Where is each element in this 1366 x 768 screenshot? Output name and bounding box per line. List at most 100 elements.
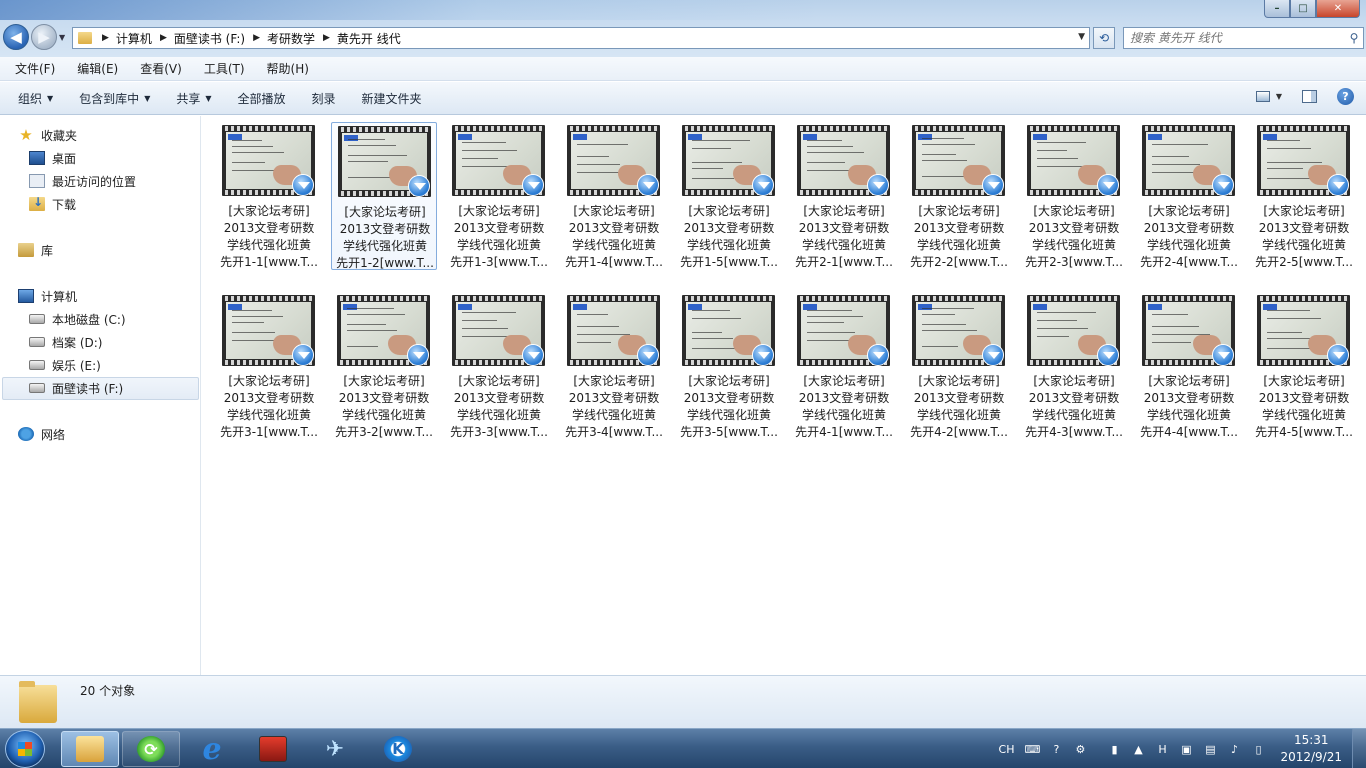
taskbar-explorer[interactable] [61, 731, 119, 767]
burn-button[interactable]: 刻录 [304, 90, 344, 107]
file-tile[interactable]: [大家论坛考研] 2013文登考研数 学线代强化班黄 先开3-4[www.T... [561, 292, 667, 440]
breadcrumb-separator[interactable]: ▶ [323, 33, 330, 43]
breadcrumb-computer[interactable]: 计算机 [116, 30, 152, 47]
taskbar-internet-explorer[interactable]: e [183, 731, 241, 767]
new-folder-button[interactable]: 新建文件夹 [354, 90, 430, 107]
close-button[interactable]: ✕ [1316, 0, 1360, 18]
nav-drive-e[interactable]: 娱乐 (E:) [29, 355, 101, 375]
view-options-dropdown[interactable]: ▼ [1276, 92, 1282, 101]
nav-item-desktop[interactable]: 桌面 [29, 148, 76, 168]
breadcrumb-kaoyan-math[interactable]: 考研数学 [267, 30, 315, 47]
file-tile[interactable]: [大家论坛考研] 2013文登考研数 学线代强化班黄 先开3-5[www.T... [676, 292, 782, 440]
keyboard-icon[interactable]: ⌨ [1024, 741, 1041, 757]
network-status-icon[interactable]: ▤ [1202, 741, 1218, 757]
breadcrumb-current-folder[interactable]: 黄先开 线代 [337, 30, 401, 47]
search-input[interactable] [1124, 31, 1345, 45]
nav-drive-f[interactable]: 面壁读书 (F:) [29, 378, 123, 398]
preview-pane-icon[interactable] [1302, 90, 1317, 103]
taskbar-bird-app[interactable]: ✈ [306, 731, 364, 767]
file-name-line: 学线代强化班黄 [1146, 408, 1231, 422]
tray-app-icon[interactable]: ▲ [1130, 741, 1146, 757]
file-tile[interactable]: [大家论坛考研] 2013文登考研数 学线代强化班黄 先开2-4[www.T... [1136, 122, 1242, 270]
file-tile[interactable]: [大家论坛考研] 2013文登考研数 学线代强化班黄 先开2-5[www.T... [1251, 122, 1357, 270]
address-bar[interactable]: ▶ 计算机 ▶ 面壁读书 (F:) ▶ 考研数学 ▶ 黄先开 线代 ▼ [72, 27, 1090, 49]
file-name-line: 学线代强化班黄 [226, 408, 311, 422]
menu-file[interactable]: 文件(F) [11, 60, 59, 77]
menu-edit[interactable]: 编辑(E) [73, 60, 122, 77]
file-name-line: [大家论坛考研] [573, 374, 655, 388]
breadcrumb-separator[interactable]: ▶ [160, 33, 167, 43]
battery-icon[interactable]: ▮ [1106, 741, 1122, 757]
taskbar-sync-app[interactable]: ⟳ [122, 731, 180, 767]
file-tile[interactable]: [大家论坛考研] 2013文登考研数 学线代强化班黄 先开4-3[www.T... [1021, 292, 1127, 440]
menu-view[interactable]: 查看(V) [136, 60, 186, 77]
file-tile[interactable]: [大家论坛考研] 2013文登考研数 学线代强化班黄 先开3-1[www.T... [216, 292, 322, 440]
nav-item-label: 娱乐 (E:) [52, 358, 101, 373]
file-tile[interactable]: [大家论坛考研] 2013文登考研数 学线代强化班黄 先开1-2[www.T... [331, 122, 437, 270]
menu-tools[interactable]: 工具(T) [200, 60, 249, 77]
start-button[interactable] [5, 730, 45, 768]
include-in-library-button[interactable]: 包含到库中 ▼ [71, 90, 158, 107]
search-box[interactable]: ⚲ [1123, 27, 1364, 49]
help-icon[interactable]: ? [1048, 741, 1064, 757]
file-tile[interactable]: [大家论坛考研] 2013文登考研数 学线代强化班黄 先开4-5[www.T... [1251, 292, 1357, 440]
refresh-button[interactable]: ⟲ [1093, 27, 1115, 49]
handwriting-stroke [347, 324, 386, 325]
language-indicator[interactable]: CH [999, 743, 1015, 756]
power-icon[interactable]: ▯ [1250, 741, 1266, 757]
file-tile[interactable]: [大家论坛考研] 2013文登考研数 学线代强化班黄 先开1-3[www.T... [446, 122, 552, 270]
help-icon[interactable]: ? [1337, 88, 1354, 105]
file-tile[interactable]: [大家论坛考研] 2013文登考研数 学线代强化班黄 先开2-2[www.T... [906, 122, 1012, 270]
device-icon[interactable]: ▣ [1178, 741, 1194, 757]
file-tile[interactable]: [大家论坛考研] 2013文登考研数 学线代强化班黄 先开4-4[www.T... [1136, 292, 1242, 440]
file-tile[interactable]: [大家论坛考研] 2013文登考研数 学线代强化班黄 先开4-2[www.T... [906, 292, 1012, 440]
nav-item-recent-places[interactable]: 最近访问的位置 [29, 171, 136, 191]
file-tile[interactable]: [大家论坛考研] 2013文登考研数 学线代强化班黄 先开3-3[www.T... [446, 292, 552, 440]
nav-drive-d[interactable]: 档案 (D:) [29, 332, 102, 352]
file-name: [大家论坛考研] 2013文登考研数 学线代强化班黄 先开2-3[www.T... [1021, 203, 1127, 271]
nav-drive-c[interactable]: 本地磁盘 (C:) [29, 309, 126, 329]
play-all-button[interactable]: 全部播放 [230, 90, 294, 107]
nav-network[interactable]: 网络 [18, 424, 65, 444]
video-thumbnail [682, 125, 775, 196]
nav-libraries[interactable]: 库 [18, 240, 53, 260]
nav-item-label: 最近访问的位置 [52, 174, 137, 189]
back-button[interactable]: ◀ [3, 24, 29, 50]
search-icon[interactable]: ⚲ [1345, 31, 1363, 45]
recent-pages-dropdown[interactable]: ▼ [59, 33, 65, 42]
file-tile[interactable]: [大家论坛考研] 2013文登考研数 学线代强化班黄 先开1-5[www.T... [676, 122, 782, 270]
clock[interactable]: 15:31 2012/9/21 [1280, 732, 1342, 766]
video-thumbnail [682, 295, 775, 366]
share-button[interactable]: 共享 ▼ [168, 90, 219, 107]
maximize-button[interactable]: □ [1290, 0, 1316, 18]
watermark-logo [918, 304, 932, 310]
file-tile[interactable]: [大家论坛考研] 2013文登考研数 学线代强化班黄 先开2-1[www.T... [791, 122, 897, 270]
taskbar-game-app[interactable] [244, 731, 302, 767]
nav-item-downloads[interactable]: 下载 [29, 194, 76, 214]
breadcrumb-drive-f[interactable]: 面壁读书 (F:) [174, 30, 245, 47]
show-desktop-button[interactable] [1352, 729, 1366, 768]
nav-favorites[interactable]: ★ 收藏夹 [18, 125, 77, 145]
menu-help[interactable]: 帮助(H) [263, 60, 313, 77]
volume-icon[interactable]: ♪ [1226, 741, 1242, 757]
options-icon[interactable]: ⚙ [1072, 741, 1088, 757]
file-name: [大家论坛考研] 2013文登考研数 学线代强化班黄 先开4-3[www.T... [1021, 373, 1127, 441]
breadcrumb-separator[interactable]: ▶ [102, 33, 109, 43]
h-app-icon[interactable]: H [1154, 741, 1170, 757]
file-tile[interactable]: [大家论坛考研] 2013文登考研数 学线代强化班黄 先开2-3[www.T... [1021, 122, 1127, 270]
address-history-dropdown[interactable]: ▼ [1078, 32, 1085, 42]
file-name: [大家论坛考研] 2013文登考研数 学线代强化班黄 先开1-2[www.T... [332, 204, 438, 272]
minimize-button[interactable]: – [1264, 0, 1290, 18]
forward-button[interactable]: ▶ [31, 24, 57, 50]
file-tile[interactable]: [大家论坛考研] 2013文登考研数 学线代强化班黄 先开3-2[www.T... [331, 292, 437, 440]
nav-item-label: 下载 [52, 197, 77, 212]
change-view-icon[interactable] [1255, 91, 1270, 102]
file-tile[interactable]: [大家论坛考研] 2013文登考研数 学线代强化班黄 先开1-1[www.T... [216, 122, 322, 270]
breadcrumb-separator[interactable]: ▶ [253, 33, 260, 43]
taskbar-k-app[interactable]: K [369, 731, 427, 767]
nav-computer[interactable]: 计算机 [18, 286, 77, 306]
organize-button[interactable]: 组织 ▼ [10, 90, 61, 107]
file-tile[interactable]: [大家论坛考研] 2013文登考研数 学线代强化班黄 先开1-4[www.T... [561, 122, 667, 270]
file-tile[interactable]: [大家论坛考研] 2013文登考研数 学线代强化班黄 先开4-1[www.T... [791, 292, 897, 440]
file-name-line: 2013文登考研数 [453, 391, 545, 405]
